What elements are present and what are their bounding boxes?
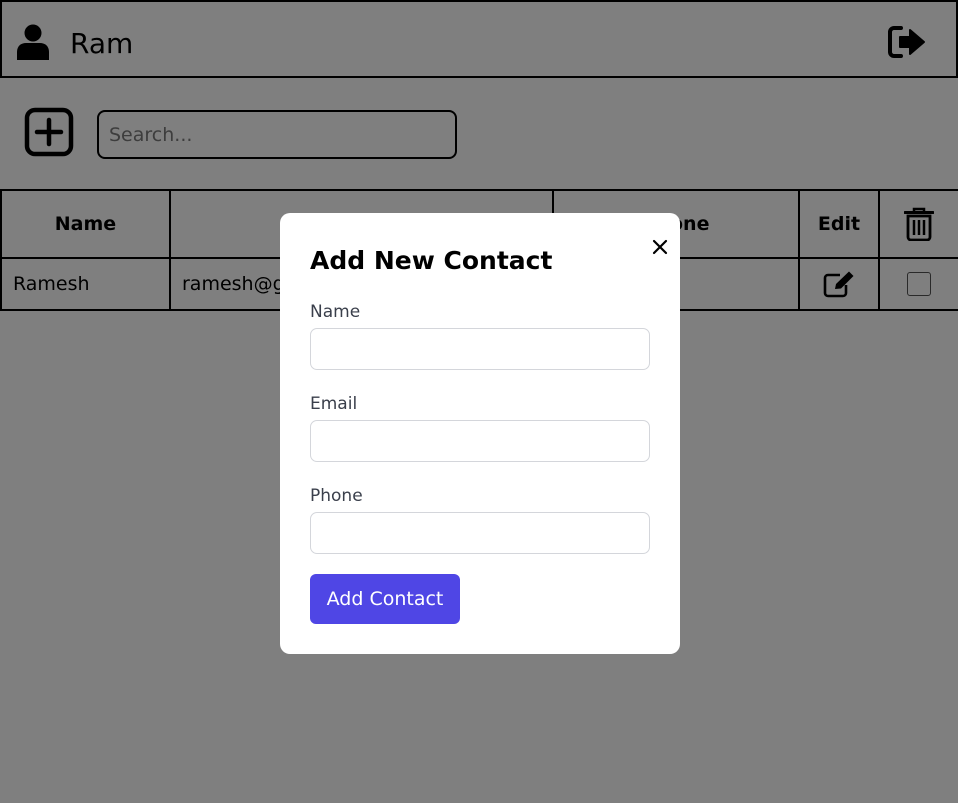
email-label: Email xyxy=(310,394,358,414)
name-label: Name xyxy=(310,302,361,322)
phone-field[interactable] xyxy=(310,512,650,554)
modal-title: Add New Contact xyxy=(310,246,553,275)
name-field[interactable] xyxy=(310,328,650,370)
add-contact-submit-button[interactable]: Add Contact xyxy=(310,574,460,624)
add-contact-modal: Add New Contact Name Email Phone Add Con… xyxy=(280,213,680,654)
email-field[interactable] xyxy=(310,420,650,462)
close-icon[interactable] xyxy=(650,237,670,257)
phone-label: Phone xyxy=(310,486,363,506)
